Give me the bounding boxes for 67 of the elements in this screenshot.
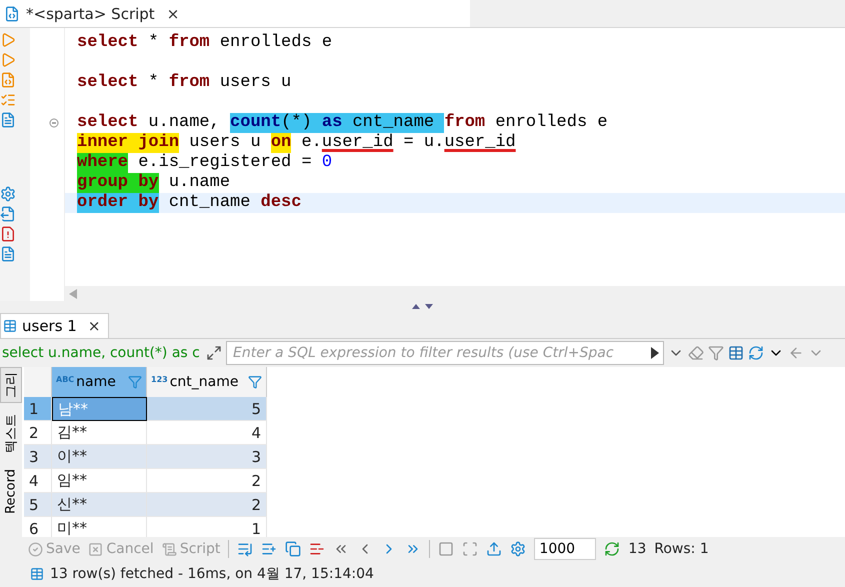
table-cell: 4 xyxy=(147,421,267,445)
play-icon[interactable] xyxy=(651,347,659,359)
results-tab[interactable]: users 1 × xyxy=(0,313,110,338)
sort-filter-icon[interactable] xyxy=(128,375,142,389)
table-settings-icon[interactable] xyxy=(728,345,744,361)
code-line: select * from users u xyxy=(76,73,292,93)
status-text: 13 row(s) fetched - 16ms, on 4월 17, 15:14:04 xyxy=(50,565,374,583)
refresh-icon[interactable] xyxy=(604,541,620,557)
check-icon xyxy=(28,542,43,556)
code-line: select u.name, count(*) as cnt_name from enrolleds e xyxy=(76,113,609,133)
close-tab-button[interactable]: × xyxy=(166,4,180,22)
query-text: select u.name, count(*) as c xyxy=(2,345,201,361)
scroll-left-icon[interactable] xyxy=(69,288,77,298)
column-name: cnt_name xyxy=(170,374,240,390)
edit-row-icon[interactable] xyxy=(237,541,254,557)
row-number[interactable]: 5 xyxy=(24,493,52,517)
delete-row-icon[interactable] xyxy=(309,541,326,557)
script-icon xyxy=(4,6,20,22)
expand-icon[interactable] xyxy=(206,345,222,361)
table-cell: 2 xyxy=(147,493,267,517)
filter-icon[interactable] xyxy=(708,345,724,361)
row-number[interactable]: 4 xyxy=(24,469,52,493)
table-cell: 3 xyxy=(147,445,267,469)
code-line: inner join users u on e.user_id = u.user_id xyxy=(76,133,517,153)
script-run-icon[interactable] xyxy=(0,72,16,88)
table-cell: 5 xyxy=(147,397,267,421)
script-icon xyxy=(162,542,177,556)
side-tab[interactable]: 텍스트 xyxy=(0,409,22,458)
sort-filter-icon[interactable] xyxy=(248,375,262,389)
cancel-icon xyxy=(88,542,104,556)
code-line: where e.is_registered = 0 xyxy=(76,153,334,173)
type-label: 123 xyxy=(151,375,168,384)
scan-icon[interactable] xyxy=(462,541,478,557)
row-count: 13 xyxy=(628,541,646,557)
export-icon[interactable] xyxy=(0,206,16,222)
row-number[interactable]: 2 xyxy=(24,421,52,445)
table-cell: 김** xyxy=(52,421,147,445)
settings-icon[interactable] xyxy=(0,186,16,202)
type-label: ABC xyxy=(56,375,74,384)
code-line: group by u.name xyxy=(76,173,232,193)
column-name: name xyxy=(76,374,117,390)
table-icon xyxy=(3,319,17,333)
close-results-tab-button[interactable]: × xyxy=(88,317,100,335)
tab-title: *<sparta> Script xyxy=(26,4,155,22)
table-cell: 2 xyxy=(147,469,267,493)
side-tab[interactable]: 그리 xyxy=(0,367,22,403)
file-error-icon[interactable] xyxy=(0,226,16,242)
fold-icon[interactable] xyxy=(49,118,59,128)
filter-field[interactable]: Enter a SQL expression to filter results (use Ctrl+Spac xyxy=(226,341,664,365)
row-number[interactable]: 1 xyxy=(24,397,52,421)
splitter-arrows-icon[interactable] xyxy=(410,301,434,311)
table-cell: 이** xyxy=(52,445,147,469)
settings-icon[interactable] xyxy=(510,541,526,557)
side-tab[interactable]: Record xyxy=(0,464,22,519)
table-cell: 남** xyxy=(52,397,147,421)
code-line: select * from enrolleds e xyxy=(76,33,334,53)
upload-icon[interactable] xyxy=(486,541,502,557)
results-tab-title: users 1 xyxy=(22,317,77,335)
table-cell: 임** xyxy=(52,469,147,493)
file-icon[interactable] xyxy=(0,246,16,262)
row-number[interactable]: 3 xyxy=(24,445,52,469)
editor-tab[interactable]: *<sparta> Script × xyxy=(0,0,470,27)
add-row-icon[interactable] xyxy=(261,541,278,557)
table-cell: 신** xyxy=(52,493,147,517)
fetch-size-field[interactable]: 1000 xyxy=(534,538,596,560)
duplicate-row-icon[interactable] xyxy=(285,541,302,557)
rows-label: Rows: 1 xyxy=(654,541,709,557)
